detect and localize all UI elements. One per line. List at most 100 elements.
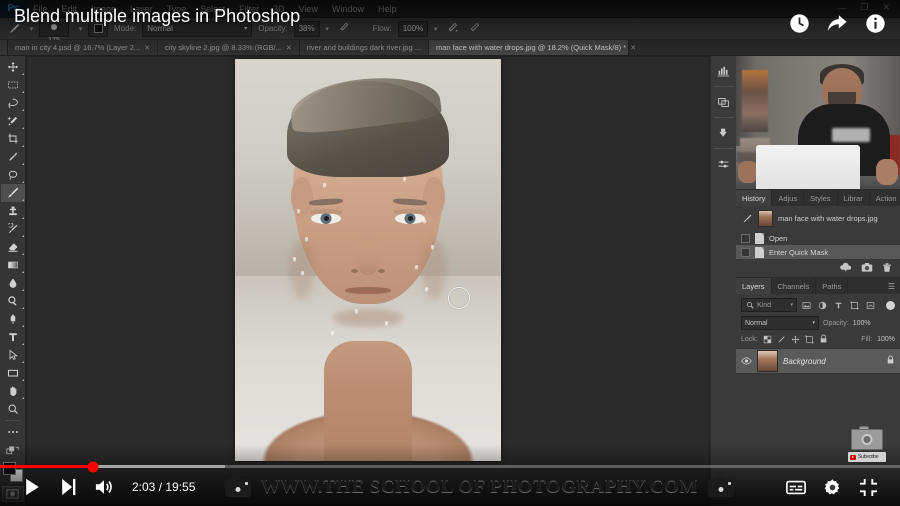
tab-styles[interactable]: Styles bbox=[804, 190, 837, 206]
hand-tool[interactable] bbox=[1, 382, 25, 400]
clone-stamp-tool[interactable] bbox=[1, 202, 25, 220]
filter-pixel-icon[interactable] bbox=[800, 298, 813, 312]
subtitles-icon[interactable] bbox=[778, 468, 814, 506]
document-canvas-area[interactable] bbox=[26, 56, 710, 506]
document-tab-man-in-city[interactable]: man in city 4.psd @ 16.7% (Layer 2... ✕ bbox=[8, 40, 158, 55]
history-brush-tool[interactable] bbox=[1, 220, 25, 238]
document-window-man-face-with-water-drops[interactable] bbox=[235, 59, 501, 461]
flow-chevron-down-icon[interactable]: ▾ bbox=[431, 25, 440, 33]
current-time: 2:03 bbox=[132, 480, 155, 494]
total-duration: 19:55 bbox=[165, 480, 195, 494]
blur-tool[interactable] bbox=[1, 274, 25, 292]
subscribe-button[interactable]: Subscribe bbox=[848, 452, 886, 462]
lock-artboard-icon[interactable] bbox=[805, 335, 814, 344]
gradient-tool[interactable] bbox=[1, 256, 25, 274]
pen-tool[interactable] bbox=[1, 310, 25, 328]
layer-name-label[interactable]: Background bbox=[783, 357, 826, 366]
share-icon[interactable] bbox=[826, 12, 848, 34]
document-tab-river-and-buildings[interactable]: river and buildings dark river.jpg ... bbox=[300, 40, 429, 55]
settings-gear-icon[interactable] bbox=[814, 468, 850, 506]
flow-input[interactable]: 100% bbox=[398, 21, 428, 37]
layer-opacity-value[interactable]: 100% bbox=[853, 320, 871, 327]
history-state-enter-quick-mask[interactable]: Enter Quick Mask bbox=[736, 245, 900, 259]
layer-comps-panel-icon[interactable] bbox=[713, 91, 735, 113]
opacity-chevron-down-icon[interactable]: ▾ bbox=[323, 25, 332, 33]
tab-libraries[interactable]: Librar bbox=[838, 190, 870, 206]
tab-layers[interactable]: Layers bbox=[736, 278, 772, 294]
path-selection-tool[interactable] bbox=[1, 346, 25, 364]
history-state-open[interactable]: Open bbox=[736, 231, 900, 245]
edit-toolbar-button[interactable] bbox=[1, 423, 25, 441]
tab-channels[interactable]: Channels bbox=[772, 278, 817, 294]
document-tab-label: river and buildings dark river.jpg ... bbox=[307, 43, 421, 52]
filter-shape-icon[interactable] bbox=[848, 298, 861, 312]
smoothing-pressure-icon[interactable] bbox=[465, 21, 484, 37]
history-snapshot-row[interactable]: man face with water drops.jpg bbox=[736, 206, 900, 231]
play-button[interactable] bbox=[14, 468, 50, 506]
brush-tool[interactable] bbox=[1, 184, 25, 202]
layers-panel-menu-icon[interactable]: ☰ bbox=[883, 278, 900, 294]
window-minimize-button[interactable]: — bbox=[837, 3, 846, 13]
close-icon[interactable]: ✕ bbox=[630, 44, 636, 52]
spot-healing-brush-tool[interactable] bbox=[1, 166, 25, 184]
tab-paths[interactable]: Paths bbox=[816, 278, 848, 294]
create-snapshot-icon[interactable] bbox=[861, 262, 873, 273]
layer-fill-label: Fill: bbox=[861, 336, 872, 343]
history-source-checkbox[interactable] bbox=[741, 248, 750, 257]
layer-blend-mode-select[interactable]: Normal ▾ bbox=[741, 316, 819, 330]
layer-filter-kind-select[interactable]: Kind ▾ bbox=[741, 298, 797, 312]
opacity-pressure-toggle-icon[interactable] bbox=[335, 21, 353, 36]
airbrush-toggle-icon[interactable] bbox=[443, 21, 462, 37]
eraser-tool[interactable] bbox=[1, 238, 25, 256]
layer-row-background[interactable]: Background bbox=[736, 348, 900, 374]
filter-smart-object-icon[interactable] bbox=[864, 298, 877, 312]
histogram-panel-icon[interactable] bbox=[713, 60, 735, 82]
tab-actions[interactable]: Action bbox=[870, 190, 900, 206]
document-tab-man-face-with-water-drops[interactable]: man face with water drops.jpg @ 18.2% (Q… bbox=[429, 40, 629, 55]
lasso-tool[interactable] bbox=[1, 94, 25, 112]
quick-selection-tool[interactable] bbox=[1, 112, 25, 130]
adjustments-panel-icon[interactable] bbox=[713, 153, 735, 175]
layer-filter-toggle[interactable] bbox=[886, 301, 895, 310]
exit-fullscreen-icon[interactable] bbox=[850, 468, 886, 506]
lock-transparent-pixels-icon[interactable] bbox=[763, 335, 772, 344]
info-icon[interactable] bbox=[864, 12, 886, 34]
filter-adjustment-icon[interactable] bbox=[816, 298, 829, 312]
move-tool[interactable] bbox=[1, 58, 25, 76]
rectangular-marquee-tool[interactable] bbox=[1, 76, 25, 94]
close-icon[interactable]: ✕ bbox=[144, 44, 150, 52]
lock-image-pixels-icon[interactable] bbox=[777, 335, 786, 344]
document-tab-bar: man in city 4.psd @ 16.7% (Layer 2... ✕ … bbox=[0, 40, 900, 56]
close-icon[interactable]: ✕ bbox=[286, 44, 292, 52]
history-panel-body: man face with water drops.jpg Open Enter… bbox=[736, 206, 900, 277]
crop-tool[interactable] bbox=[1, 130, 25, 148]
zoom-tool[interactable] bbox=[1, 400, 25, 418]
lock-position-icon[interactable] bbox=[791, 335, 800, 344]
layer-visibility-eye-icon[interactable] bbox=[741, 357, 752, 365]
subscribe-watermark[interactable]: Subscribe bbox=[848, 426, 886, 462]
menu-window[interactable]: Window bbox=[325, 0, 371, 18]
rectangle-tool[interactable] bbox=[1, 364, 25, 382]
history-source-checkbox[interactable] bbox=[741, 234, 750, 243]
tab-adjustments[interactable]: Adjus bbox=[772, 190, 804, 206]
layer-thumbnail[interactable] bbox=[757, 350, 778, 372]
layer-lock-row: Lock: bbox=[736, 333, 900, 348]
delete-state-icon[interactable] bbox=[882, 262, 892, 273]
create-document-from-state-icon[interactable] bbox=[840, 262, 852, 273]
tab-history[interactable]: History bbox=[736, 190, 772, 206]
filter-type-icon[interactable] bbox=[832, 298, 845, 312]
volume-button[interactable] bbox=[86, 468, 122, 506]
next-video-button[interactable] bbox=[50, 468, 86, 506]
swap-colors-icon[interactable] bbox=[1, 441, 25, 459]
watch-later-icon[interactable] bbox=[788, 12, 810, 34]
history-brush-source-icon[interactable] bbox=[741, 213, 753, 225]
menu-help[interactable]: Help bbox=[371, 0, 404, 18]
layer-fill-value[interactable]: 100% bbox=[877, 336, 895, 343]
dodge-tool[interactable] bbox=[1, 292, 25, 310]
type-tool[interactable] bbox=[1, 328, 25, 346]
lock-all-icon[interactable] bbox=[819, 334, 828, 344]
tab-bar-grip[interactable] bbox=[0, 40, 8, 55]
document-tab-city-skyline[interactable]: city skyline 2.jpg @ 8.33% (RGB/... ✕ bbox=[158, 40, 300, 55]
eyedropper-tool[interactable] bbox=[1, 148, 25, 166]
actions-panel-icon[interactable] bbox=[713, 122, 735, 144]
